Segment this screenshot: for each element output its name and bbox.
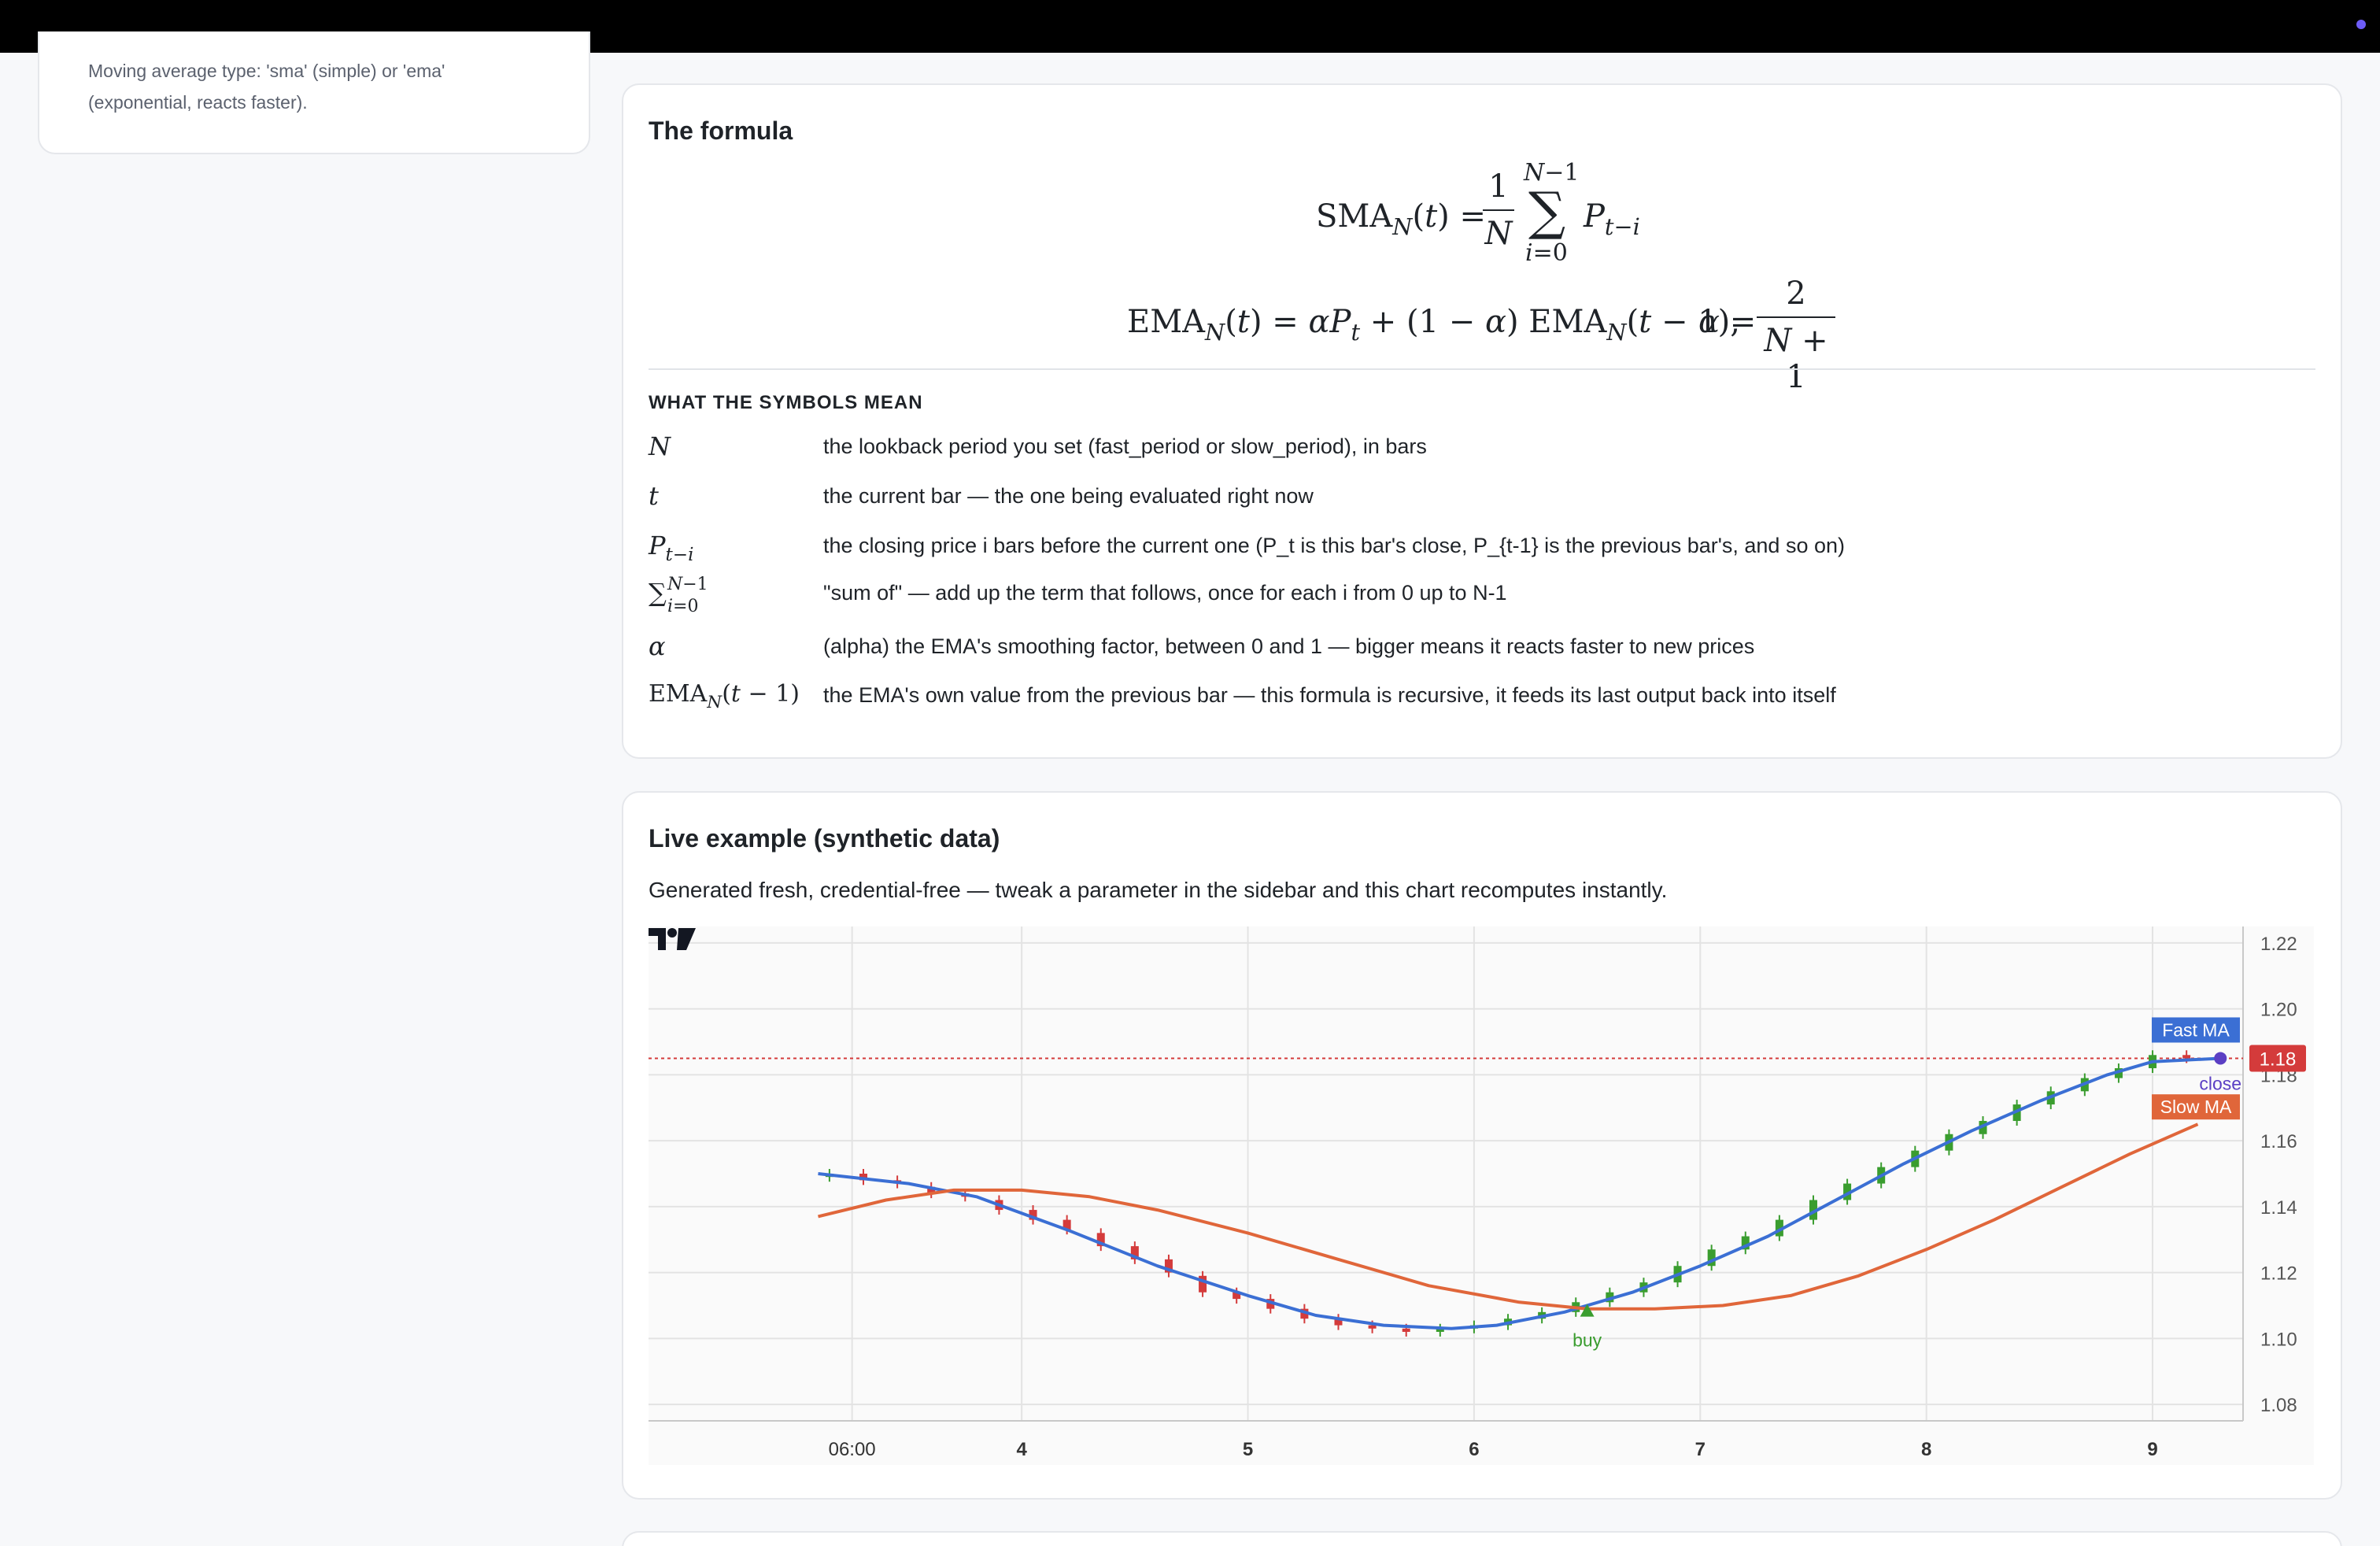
next-card [622, 1531, 2342, 1546]
ema-equation: EMAN(t) = αPt + (1 − α) EMAN(t − 1), α =… [1127, 276, 1867, 395]
symbols-title: WHAT THE SYMBOLS MEAN [649, 392, 923, 413]
buy-marker-label: buy [1572, 1330, 1602, 1351]
x-tick-label: 4 [1016, 1439, 1027, 1460]
y-tick-label: 1.16 [2260, 1131, 2297, 1152]
formula-card: The formula SMAN(t) = 1N N−1 ∑ i=0 Pt−i … [622, 83, 2342, 759]
sma-equation: SMAN(t) = 1N N−1 ∑ i=0 Pt−i [1316, 159, 1640, 267]
symbol-row-sum: ∑ N−1 i=0 "sum of" — add up the term that … [649, 575, 2315, 622]
symbol: t [649, 481, 659, 511]
symbol-meaning: the EMA's own value from the previous ba… [823, 683, 1836, 707]
candle-body [1368, 1325, 1377, 1329]
symbol-row-t: t the current bar — the one being evalua… [649, 481, 2315, 525]
price-chart[interactable]: 1.22 1.20 1.18 1.16 1.14 1.12 1.10 1.08 06:00 4 5 6… [649, 926, 2314, 1465]
series-line-slow-ma [818, 1123, 2199, 1311]
symbol-row-p: Pt−i the closing price i bars before the… [649, 531, 2315, 575]
close-price-badge: 1.18 [2260, 1049, 2297, 1070]
tradingview-logo-icon [649, 928, 696, 950]
candle-body [2182, 1055, 2191, 1059]
x-tick-label: 5 [1243, 1439, 1253, 1460]
x-tick-label: 9 [2147, 1439, 2157, 1460]
formula-title: The formula [649, 117, 793, 145]
chart-canvas[interactable]: 1.22 1.20 1.18 1.16 1.14 1.12 1.10 1.08 06:00 4 5 6… [649, 926, 2314, 1465]
x-tick-label: 7 [1695, 1439, 1706, 1460]
symbol: EMAN(t − 1) [649, 680, 800, 712]
slow-ma-label: Slow MA [2160, 1097, 2232, 1117]
series-line-fast-ma [818, 1056, 2221, 1330]
y-tick-label: 1.08 [2260, 1395, 2297, 1416]
symbol-meaning: the closing price i bars before the curr… [823, 534, 1845, 557]
example-subtitle: Generated fresh, credential-free — tweak… [649, 878, 1668, 902]
close-marker-icon [2214, 1052, 2227, 1065]
status-dot-icon [2356, 20, 2366, 29]
ma-type-help-text: Moving average type: 'sma' (simple) or '… [88, 61, 445, 113]
symbol: ∑ N−1 i=0 [649, 575, 708, 616]
symbol-meaning: (alpha) the EMA's smoothing factor, betw… [823, 634, 1755, 658]
sidebar-ma-type-card: Moving average type: 'sma' (simple) or '… [38, 31, 590, 154]
symbol: Pt−i [649, 531, 694, 566]
symbol-meaning: the current bar — the one being evaluate… [823, 484, 1314, 508]
y-tick-label: 1.12 [2260, 1263, 2297, 1285]
symbol-meaning: the lookback period you set (fast_period… [823, 435, 1427, 458]
y-tick-label: 1.20 [2260, 1000, 2297, 1021]
fast-ma-label: Fast MA [2162, 1019, 2230, 1040]
symbol-row-n: N the lookback period you set (fast_peri… [649, 431, 2315, 475]
x-tick-label: 6 [1469, 1439, 1479, 1460]
live-example-card: Live example (synthetic data) Generated … [622, 791, 2342, 1500]
y-tick-label: 1.22 [2260, 934, 2297, 955]
x-tick-label: 06:00 [829, 1439, 876, 1460]
example-title: Live example (synthetic data) [649, 824, 1000, 853]
x-tick-label: 8 [1921, 1439, 1931, 1460]
y-tick-label: 1.10 [2260, 1329, 2297, 1350]
symbol-meaning: "sum of" — add up the term that follows,… [823, 581, 1507, 605]
symbol: N [649, 431, 671, 461]
y-tick-label: 1.14 [2260, 1197, 2297, 1219]
close-marker-label: close [2199, 1073, 2241, 1093]
candle-body [1402, 1328, 1410, 1332]
symbol: α [649, 631, 666, 661]
symbol-row-ema-prev: EMAN(t − 1) the EMA's own value from the… [649, 680, 2315, 724]
divider [649, 368, 2315, 370]
symbol-row-alpha: α (alpha) the EMA's smoothing factor, be… [649, 631, 2315, 675]
